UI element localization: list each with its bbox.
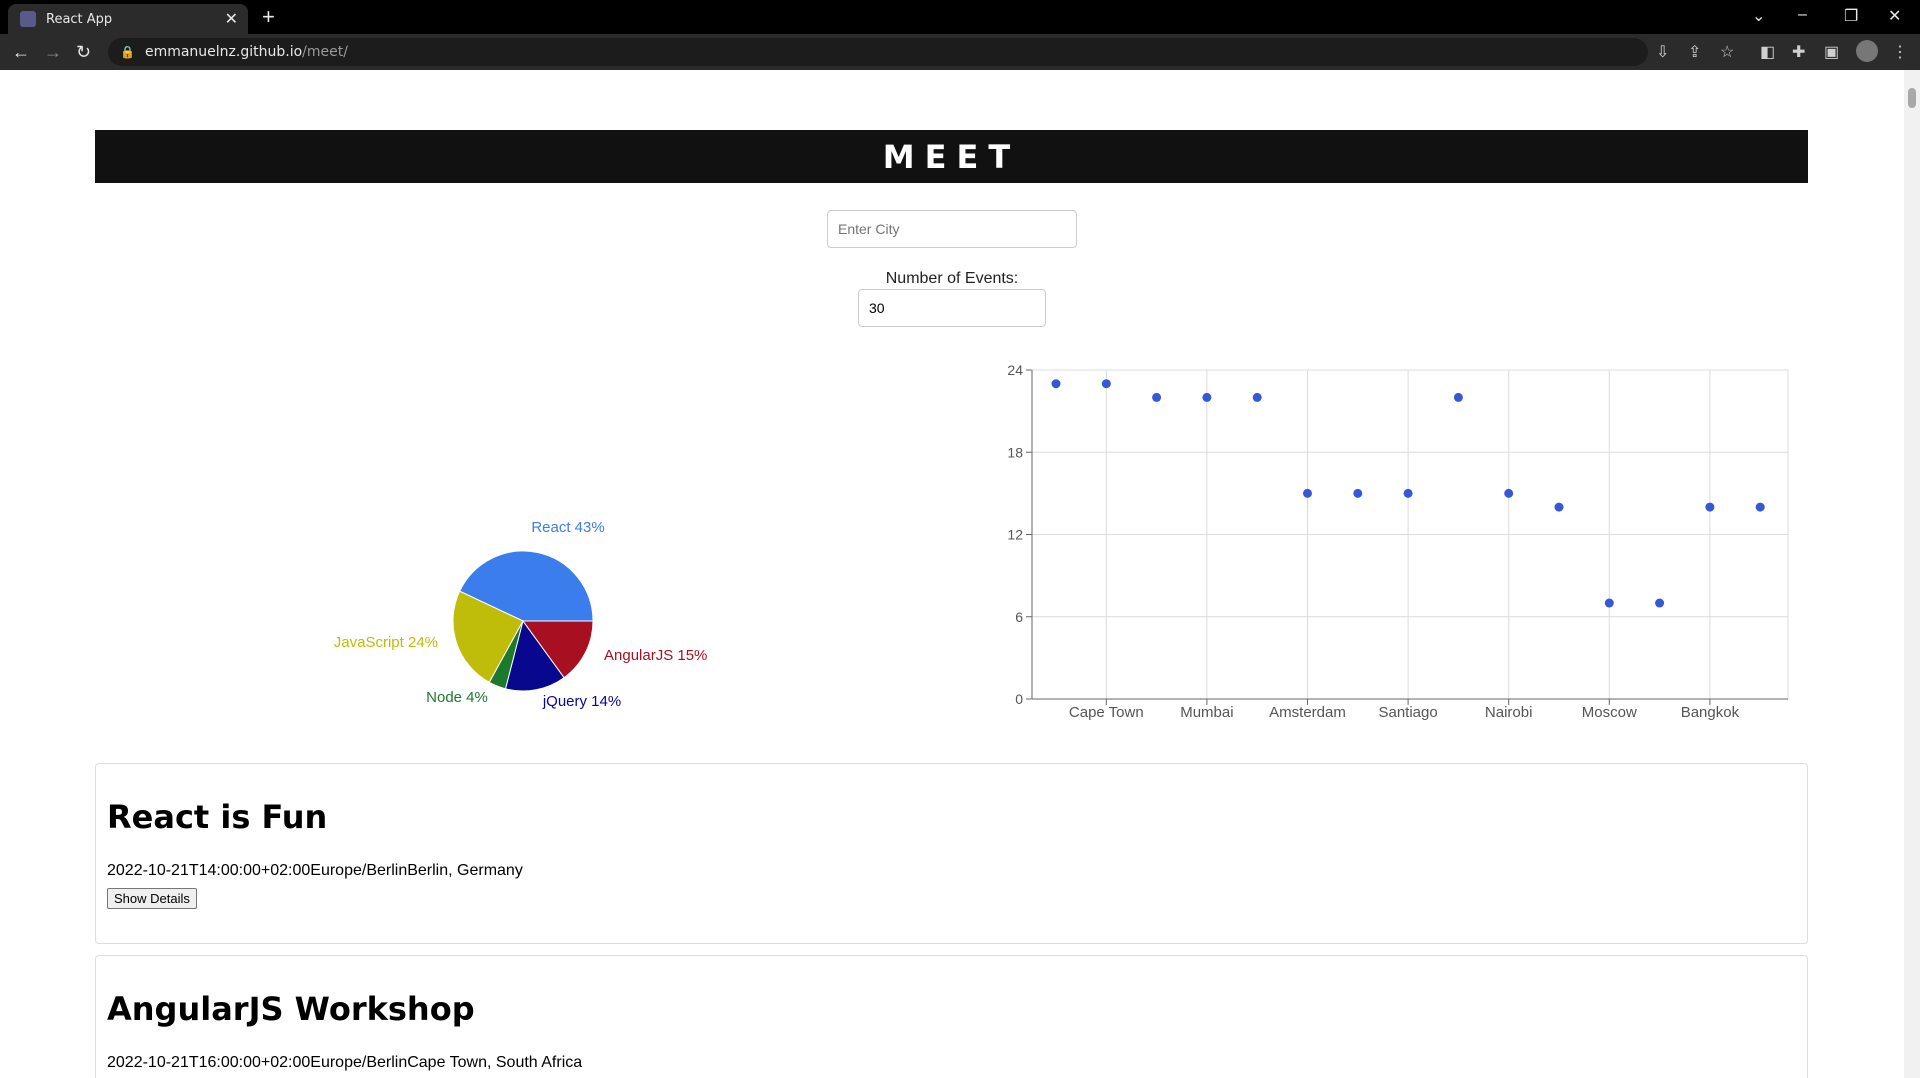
x-tick-label: Bangkok [1681, 704, 1740, 720]
y-tick-label: 18 [1007, 444, 1023, 460]
event-card: React is Fun 2022-10-21T14:00:00+02:00Eu… [95, 763, 1808, 944]
event-details: 2022-10-21T16:00:00+02:00Europe/BerlinCa… [107, 1054, 583, 1071]
puzzle-icon[interactable]: ✚ [1792, 42, 1805, 62]
browser-tab[interactable]: React App ✕ [8, 4, 248, 34]
scatter-point[interactable] [1705, 502, 1715, 512]
address-bar[interactable]: 🔒 emmanuelnz.github.io/meet/ [108, 38, 1648, 66]
profile-avatar[interactable] [1856, 40, 1878, 62]
pie-slice-label: AngularJS 15% [604, 647, 707, 664]
x-tick-label: Santiago [1378, 704, 1437, 720]
tab-title: React App [46, 11, 113, 27]
scatter-point[interactable] [1504, 488, 1514, 498]
x-tick-label: Cape Town [1069, 704, 1144, 720]
page-content: MEET Number of Events: React 43% JavaScri… [0, 70, 1904, 1078]
extension-icon[interactable]: ◧ [1760, 42, 1775, 62]
scatter-point[interactable] [1403, 488, 1413, 498]
back-icon[interactable]: ← [12, 42, 30, 63]
y-tick-label: 12 [1007, 527, 1023, 543]
scrollbar-thumb[interactable] [1908, 88, 1916, 108]
x-tick-label: Mumbai [1180, 704, 1233, 720]
browser-tab-strip: React App ✕ + ⌄ – ❐ ✕ [0, 0, 1920, 34]
number-of-events-input[interactable] [858, 289, 1046, 327]
scatter-point[interactable] [1353, 488, 1363, 498]
install-icon[interactable]: ⇩ [1656, 42, 1669, 62]
menu-icon[interactable]: ⋮ [1892, 42, 1908, 62]
app-header: MEET [95, 130, 1808, 183]
share-icon[interactable]: ⇪ [1688, 42, 1701, 62]
scatter-point[interactable] [1554, 502, 1564, 512]
reload-icon[interactable]: ↻ [76, 42, 91, 63]
scatter-point[interactable] [1453, 392, 1463, 402]
scatter-point[interactable] [1303, 488, 1312, 498]
page-scrollbar[interactable] [1904, 70, 1920, 1078]
scatter-point[interactable] [1051, 379, 1061, 389]
side-panel-icon[interactable]: ▣ [1824, 42, 1839, 62]
event-card: AngularJS Workshop 2022-10-21T16:00:00+0… [95, 955, 1808, 1078]
genre-pie-chart: React 43% JavaScript 24% Node 4% jQuery 14%… [322, 519, 714, 800]
scatter-point[interactable] [1101, 379, 1111, 389]
close-window-icon[interactable]: ✕ [1888, 6, 1901, 26]
new-tab-icon[interactable]: + [262, 6, 275, 28]
bookmark-star-icon[interactable]: ☆ [1720, 42, 1734, 62]
app-title: MEET [882, 137, 1021, 176]
tab-search-icon[interactable]: ⌄ [1752, 6, 1765, 26]
pie-slice-label: React 43% [531, 519, 604, 536]
pie-slice-label: Node 4% [426, 689, 488, 706]
y-tick-label: 6 [1015, 609, 1023, 625]
scatter-point[interactable] [1755, 502, 1765, 512]
city-search-input[interactable] [827, 210, 1077, 248]
scatter-point[interactable] [1604, 598, 1614, 608]
number-of-events-label: Number of Events: [885, 270, 1019, 287]
y-tick-label: 24 [1007, 362, 1023, 378]
close-tab-icon[interactable]: ✕ [225, 9, 238, 29]
scatter-point[interactable] [1655, 598, 1665, 608]
show-details-button[interactable]: Show Details [107, 888, 197, 909]
y-tick-label: 0 [1015, 691, 1023, 707]
event-details: 2022-10-21T14:00:00+02:00Europe/BerlinBe… [107, 862, 523, 879]
x-tick-label: Nairobi [1485, 704, 1533, 720]
event-title: AngularJS Workshop [107, 990, 475, 1028]
browser-toolbar: ← → ↻ 🔒 emmanuelnz.github.io/meet/ ⇩ ⇪ ☆… [0, 34, 1920, 70]
forward-icon[interactable]: → [44, 42, 62, 63]
pie-slice-label: jQuery 14% [542, 693, 621, 710]
scatter-point[interactable] [1252, 392, 1262, 402]
event-title: React is Fun [107, 798, 328, 836]
pie-slice-label: JavaScript 24% [334, 634, 438, 651]
favicon-icon [20, 11, 36, 27]
restore-icon[interactable]: ❐ [1844, 6, 1858, 26]
minimize-icon[interactable]: – [1798, 6, 1807, 24]
events-scatter-chart: 0 6 12 18 24 Cape Town Mumbai Amsterdam Santiago… [1007, 362, 1789, 720]
x-tick-label: Moscow [1582, 704, 1637, 720]
url-text: emmanuelnz.github.io/meet/ [144, 44, 348, 60]
lock-icon: 🔒 [120, 45, 135, 59]
x-tick-label: Amsterdam [1269, 704, 1346, 720]
scatter-point[interactable] [1202, 392, 1212, 402]
scatter-point[interactable] [1152, 392, 1162, 402]
